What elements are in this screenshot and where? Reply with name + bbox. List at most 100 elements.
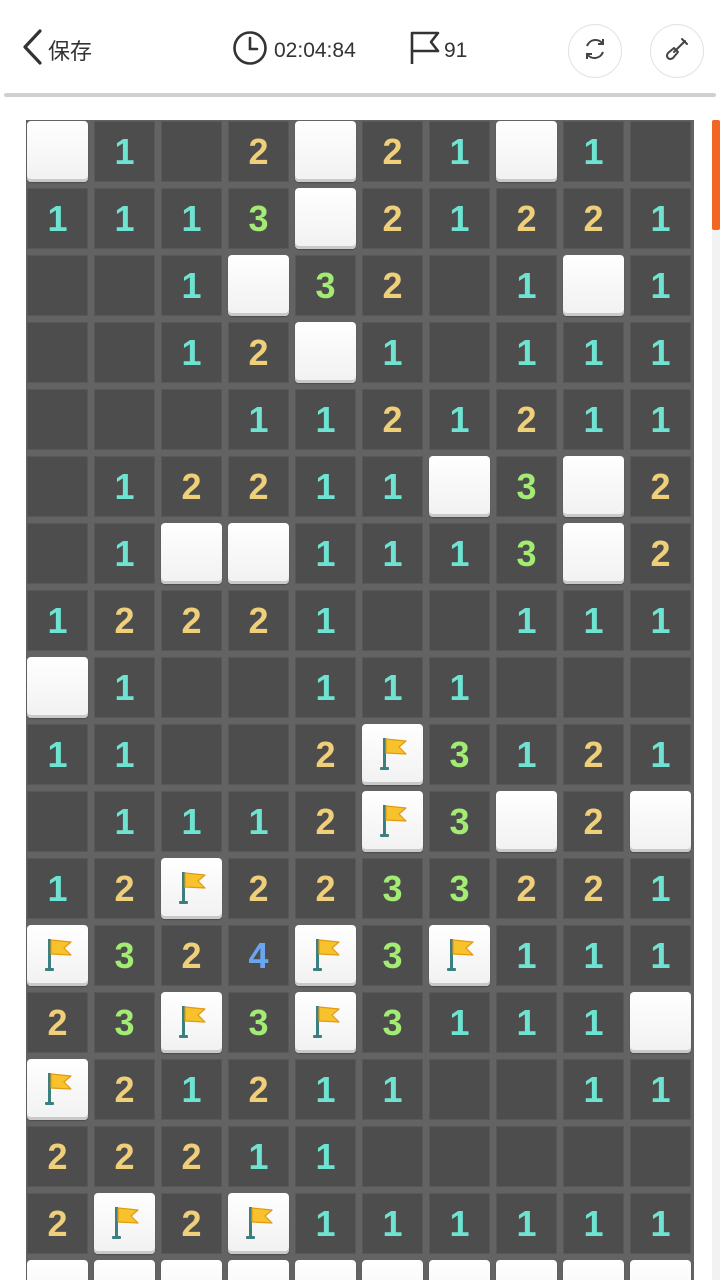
revealed-empty-cell[interactable] — [630, 657, 691, 718]
revealed-empty-cell[interactable] — [362, 1126, 423, 1187]
revealed-number-cell[interactable]: 2 — [228, 858, 289, 919]
revealed-number-cell[interactable]: 1 — [630, 724, 691, 785]
covered-cell[interactable] — [563, 523, 624, 584]
revealed-empty-cell[interactable] — [27, 523, 88, 584]
revealed-number-cell[interactable]: 1 — [94, 657, 155, 718]
revealed-number-cell[interactable]: 1 — [630, 1059, 691, 1120]
revealed-number-cell[interactable]: 1 — [27, 188, 88, 249]
revealed-number-cell[interactable]: 1 — [362, 657, 423, 718]
revealed-number-cell[interactable]: 1 — [362, 322, 423, 383]
revealed-number-cell[interactable]: 2 — [563, 188, 624, 249]
revealed-number-cell[interactable]: 1 — [496, 925, 557, 986]
flagged-cell[interactable] — [228, 1193, 289, 1254]
covered-cell[interactable] — [496, 1260, 557, 1280]
revealed-number-cell[interactable]: 1 — [496, 1193, 557, 1254]
revealed-empty-cell[interactable] — [161, 724, 222, 785]
revealed-number-cell[interactable]: 2 — [94, 858, 155, 919]
flagged-cell[interactable] — [27, 925, 88, 986]
revealed-number-cell[interactable]: 1 — [630, 389, 691, 450]
revealed-number-cell[interactable]: 1 — [429, 188, 490, 249]
revealed-number-cell[interactable]: 2 — [27, 1126, 88, 1187]
covered-cell[interactable] — [228, 523, 289, 584]
revealed-number-cell[interactable]: 1 — [496, 590, 557, 651]
revealed-number-cell[interactable]: 1 — [94, 791, 155, 852]
revealed-number-cell[interactable]: 2 — [27, 1193, 88, 1254]
revealed-number-cell[interactable]: 2 — [228, 590, 289, 651]
revealed-number-cell[interactable]: 2 — [563, 791, 624, 852]
revealed-number-cell[interactable]: 3 — [429, 858, 490, 919]
revealed-number-cell[interactable]: 2 — [496, 188, 557, 249]
covered-cell[interactable] — [630, 992, 691, 1053]
revealed-number-cell[interactable]: 1 — [94, 456, 155, 517]
revealed-number-cell[interactable]: 1 — [295, 1059, 356, 1120]
minesweeper-board[interactable]: 1 2 2 1 1 1 1 1 3 2 1 2 2 1 1 3 2 1 1 1 2 1 1 1 1 1 1 2 1 2 1 1 1 2 2 1 1 3 2 1… — [26, 120, 694, 1280]
revealed-number-cell[interactable]: 1 — [496, 255, 557, 316]
revealed-number-cell[interactable]: 1 — [630, 255, 691, 316]
revealed-number-cell[interactable]: 1 — [429, 121, 490, 182]
revealed-empty-cell[interactable] — [27, 322, 88, 383]
revealed-number-cell[interactable]: 3 — [429, 724, 490, 785]
revealed-number-cell[interactable]: 1 — [362, 1193, 423, 1254]
scrollbar-thumb[interactable] — [712, 120, 720, 230]
revealed-number-cell[interactable]: 1 — [429, 657, 490, 718]
revealed-number-cell[interactable]: 2 — [161, 1193, 222, 1254]
revealed-number-cell[interactable]: 3 — [94, 925, 155, 986]
revealed-number-cell[interactable]: 1 — [563, 121, 624, 182]
covered-cell[interactable] — [27, 121, 88, 182]
covered-cell[interactable] — [362, 1260, 423, 1280]
covered-cell[interactable] — [161, 523, 222, 584]
covered-cell[interactable] — [429, 456, 490, 517]
revealed-number-cell[interactable]: 2 — [94, 590, 155, 651]
revealed-empty-cell[interactable] — [228, 724, 289, 785]
revealed-number-cell[interactable]: 1 — [563, 590, 624, 651]
revealed-number-cell[interactable]: 1 — [496, 724, 557, 785]
revealed-number-cell[interactable]: 1 — [295, 1193, 356, 1254]
revealed-number-cell[interactable]: 2 — [295, 791, 356, 852]
revealed-number-cell[interactable]: 1 — [429, 992, 490, 1053]
back-save-button[interactable]: 保存 — [20, 28, 92, 71]
flagged-cell[interactable] — [429, 925, 490, 986]
revealed-number-cell[interactable]: 2 — [362, 121, 423, 182]
revealed-empty-cell[interactable] — [429, 1059, 490, 1120]
covered-cell[interactable] — [161, 1260, 222, 1280]
revealed-number-cell[interactable]: 3 — [496, 456, 557, 517]
revealed-number-cell[interactable]: 1 — [94, 724, 155, 785]
revealed-number-cell[interactable]: 1 — [630, 925, 691, 986]
revealed-number-cell[interactable]: 1 — [429, 1193, 490, 1254]
shovel-tool-button[interactable] — [650, 24, 704, 78]
revealed-empty-cell[interactable] — [496, 1059, 557, 1120]
revealed-number-cell[interactable]: 2 — [362, 255, 423, 316]
revealed-empty-cell[interactable] — [94, 389, 155, 450]
revealed-number-cell[interactable]: 1 — [161, 188, 222, 249]
revealed-number-cell[interactable]: 1 — [94, 188, 155, 249]
covered-cell[interactable] — [295, 322, 356, 383]
revealed-number-cell[interactable]: 3 — [228, 188, 289, 249]
revealed-number-cell[interactable]: 3 — [228, 992, 289, 1053]
revealed-number-cell[interactable]: 1 — [630, 858, 691, 919]
revealed-number-cell[interactable]: 2 — [362, 389, 423, 450]
revealed-number-cell[interactable]: 1 — [228, 1126, 289, 1187]
revealed-number-cell[interactable]: 1 — [563, 322, 624, 383]
revealed-empty-cell[interactable] — [630, 121, 691, 182]
covered-cell[interactable] — [228, 1260, 289, 1280]
revealed-number-cell[interactable]: 2 — [630, 456, 691, 517]
revealed-number-cell[interactable]: 1 — [295, 590, 356, 651]
revealed-number-cell[interactable]: 1 — [27, 858, 88, 919]
revealed-number-cell[interactable]: 2 — [295, 724, 356, 785]
revealed-number-cell[interactable]: 3 — [496, 523, 557, 584]
revealed-number-cell[interactable]: 1 — [161, 1059, 222, 1120]
flagged-cell[interactable] — [295, 992, 356, 1053]
revealed-number-cell[interactable]: 1 — [362, 523, 423, 584]
covered-cell[interactable] — [27, 1260, 88, 1280]
revealed-number-cell[interactable]: 1 — [563, 1059, 624, 1120]
revealed-empty-cell[interactable] — [496, 1126, 557, 1187]
revealed-number-cell[interactable]: 3 — [295, 255, 356, 316]
revealed-empty-cell[interactable] — [94, 322, 155, 383]
revealed-empty-cell[interactable] — [27, 791, 88, 852]
covered-cell[interactable] — [228, 255, 289, 316]
revealed-number-cell[interactable]: 2 — [161, 590, 222, 651]
revealed-number-cell[interactable]: 1 — [94, 523, 155, 584]
revealed-number-cell[interactable]: 3 — [362, 925, 423, 986]
revealed-number-cell[interactable]: 2 — [496, 858, 557, 919]
refresh-button[interactable] — [568, 24, 622, 78]
